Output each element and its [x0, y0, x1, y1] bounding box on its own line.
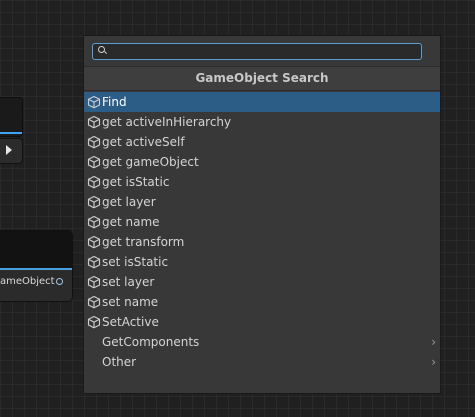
cube-icon [87, 275, 101, 289]
cube-icon [87, 195, 101, 209]
cube-icon [87, 155, 101, 169]
list-item-label: Other [102, 355, 137, 369]
play-arrow-icon [6, 145, 12, 155]
cube-icon [87, 175, 101, 189]
graph-node[interactable]: ameObject [0, 230, 73, 302]
list-item[interactable]: get name [84, 212, 440, 232]
result-list: Find get activeInHierarchy get activeSelf g… [84, 92, 440, 372]
chevron-right-icon: › [431, 335, 436, 349]
list-item[interactable]: get isStatic [84, 172, 440, 192]
list-item-label: get layer [102, 195, 156, 209]
list-item-label: get activeSelf [102, 135, 185, 149]
list-item[interactable]: get activeInHierarchy [84, 112, 440, 132]
list-item-label: set layer [102, 275, 155, 289]
list-item[interactable]: set name [84, 292, 440, 312]
cube-icon [87, 255, 101, 269]
submenu-item[interactable]: GetComponents › [84, 332, 440, 352]
graph-node-header [0, 97, 23, 137]
list-item-label: SetActive [102, 315, 159, 329]
list-item[interactable]: set isStatic [84, 252, 440, 272]
cube-icon [87, 115, 101, 129]
list-item-label: get name [102, 215, 160, 229]
cube-icon [87, 295, 101, 309]
search-field[interactable] [92, 43, 422, 60]
submenu-item[interactable]: Other › [84, 352, 440, 372]
cube-icon [87, 95, 101, 109]
list-item-label: Find [102, 95, 127, 109]
list-item[interactable]: get layer [84, 192, 440, 212]
cube-icon [87, 215, 101, 229]
list-item-label: get transform [102, 235, 185, 249]
port-connector-icon[interactable] [56, 278, 63, 285]
list-item[interactable]: set layer [84, 272, 440, 292]
search-input[interactable] [109, 44, 409, 57]
port-label: ameObject [0, 276, 55, 287]
list-item-label: get isStatic [102, 175, 170, 189]
cube-icon [87, 235, 101, 249]
list-item[interactable]: get gameObject [84, 152, 440, 172]
list-item-label: GetComponents [102, 335, 200, 349]
cube-icon [87, 315, 101, 329]
list-item-label: set name [102, 295, 159, 309]
cube-icon [87, 135, 101, 149]
list-item[interactable]: SetActive [84, 312, 440, 332]
flow-output-port[interactable] [0, 138, 23, 164]
list-item[interactable]: Find [84, 92, 440, 112]
chevron-right-icon: › [431, 355, 436, 369]
list-item[interactable]: get activeSelf [84, 132, 440, 152]
list-item-label: get gameObject [102, 155, 199, 169]
search-popup: GameObject Search Find get activeInHierar… [83, 35, 441, 394]
graph-node-header [0, 231, 72, 270]
list-item[interactable]: get transform [84, 232, 440, 252]
list-item-label: set isStatic [102, 255, 169, 269]
popup-title: GameObject Search [84, 66, 440, 91]
node-accent-line [0, 132, 22, 134]
search-icon [98, 46, 105, 53]
list-item-label: get activeInHierarchy [102, 115, 232, 129]
